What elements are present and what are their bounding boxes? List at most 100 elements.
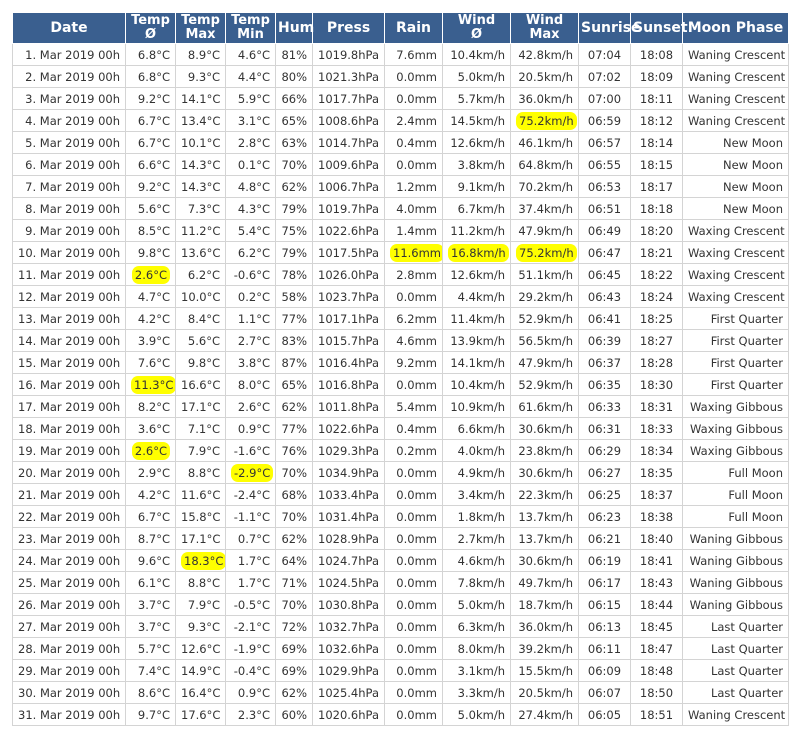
- cell-date: 31. Mar 2019 00h: [12, 703, 126, 726]
- cell-wind-avg: 10.4km/h: [442, 373, 511, 396]
- cell-value: 25. Mar 2019 00h: [18, 575, 121, 590]
- cell-value: 51.1km/h: [518, 267, 573, 282]
- cell-value: 06:57: [587, 135, 622, 150]
- cell-value: 77%: [281, 421, 307, 436]
- column-header-pressure[interactable]: Press: [312, 12, 385, 44]
- cell-moon-phase: Waxing Crescent: [682, 219, 789, 242]
- column-header-sunrise[interactable]: Sunrise: [578, 12, 641, 44]
- cell-sunset: 18:38: [630, 505, 683, 528]
- cell-date: 14. Mar 2019 00h: [12, 329, 126, 352]
- cell-value: 65%: [281, 377, 307, 392]
- cell-rain: 1.4mm: [384, 219, 443, 242]
- column-header-sunset[interactable]: Sunset: [630, 12, 688, 44]
- column-header-rain[interactable]: Rain: [384, 12, 443, 44]
- cell-value: 10.9km/h: [450, 399, 505, 414]
- cell-temp-avg: 11.3°C: [125, 373, 176, 396]
- cell-value: 06:21: [587, 531, 622, 546]
- cell-moon-phase: New Moon: [682, 131, 789, 154]
- cell-value: 0.1°C: [237, 157, 270, 172]
- cell-temp-min: 0.9°C: [225, 417, 276, 440]
- column-header-date[interactable]: Date: [12, 12, 126, 44]
- cell-value: 30. Mar 2019 00h: [18, 685, 121, 700]
- cell-value: 4.2°C: [137, 487, 170, 502]
- cell-moon-phase: Full Moon: [682, 483, 789, 506]
- cell-temp-min: 4.6°C: [225, 43, 276, 66]
- cell-moon-phase: Waning Gibbous: [682, 593, 789, 616]
- cell-value: 36.0km/h: [518, 619, 573, 634]
- cell-value: Waxing Gibbous: [690, 443, 783, 458]
- cell-value: 4. Mar 2019 00h: [25, 113, 120, 128]
- cell-value: 17.6°C: [181, 707, 221, 722]
- cell-value: 1023.7hPa: [318, 289, 379, 304]
- cell-wind-max: 39.2km/h: [510, 637, 579, 660]
- column-header-temp-max[interactable]: Temp Max: [175, 12, 226, 44]
- cell-rain: 5.4mm: [384, 395, 443, 418]
- cell-value: Waning Gibbous: [689, 575, 783, 590]
- cell-wind-max: 22.3km/h: [510, 483, 579, 506]
- cell-moon-phase: Waxing Gibbous: [682, 439, 789, 462]
- cell-value: 4.6mm: [396, 333, 437, 348]
- cell-value: 29.2km/h: [518, 289, 573, 304]
- cell-value: 26. Mar 2019 00h: [18, 597, 121, 612]
- column-header-label: Sunset: [633, 20, 688, 36]
- cell-value: 1022.6hPa: [318, 223, 379, 238]
- cell-value: 10.4km/h: [450, 377, 505, 392]
- cell-sunset: 18:11: [630, 87, 683, 110]
- cell-wind-avg: 13.9km/h: [442, 329, 511, 352]
- cell-wind-avg: 5.7km/h: [442, 87, 511, 110]
- cell-temp-avg: 4.2°C: [125, 483, 176, 506]
- column-header-sublabel: Min: [237, 27, 264, 42]
- column-header-humidity[interactable]: Hum: [275, 12, 314, 44]
- cell-wind-avg: 4.0km/h: [442, 439, 511, 462]
- cell-value: 1024.5hPa: [318, 575, 379, 590]
- cell-temp-max: 13.6°C: [175, 241, 226, 264]
- cell-pressure: 1008.6hPa: [312, 109, 385, 132]
- cell-sunrise: 07:00: [578, 87, 631, 110]
- cell-temp-max: 8.4°C: [175, 307, 226, 330]
- cell-value: 9.2°C: [137, 91, 170, 106]
- cell-value: 81%: [281, 47, 307, 62]
- cell-value: 1016.8hPa: [318, 377, 379, 392]
- cell-value: Last Quarter: [710, 641, 783, 656]
- cell-date: 5. Mar 2019 00h: [12, 131, 126, 154]
- cell-value: 20.5km/h: [518, 685, 573, 700]
- cell-value: 3.8km/h: [457, 157, 505, 172]
- cell-value: 0.0mm: [396, 685, 437, 700]
- column-header-wind-max[interactable]: Wind Max: [510, 12, 579, 44]
- cell-value: 71%: [281, 575, 307, 590]
- cell-value: 0.0mm: [396, 509, 437, 524]
- column-header-temp-avg[interactable]: Temp Ø: [125, 12, 176, 44]
- cell-value: 1008.6hPa: [318, 113, 379, 128]
- column-header-label: Wind: [525, 13, 564, 28]
- table-body: 1. Mar 2019 00h 6.8°C 8.9°C 4.6°C 81% 1019.8h…: [12, 43, 789, 726]
- column-header-temp-min[interactable]: Temp Min: [225, 12, 276, 44]
- cell-moon-phase: Waning Crescent: [682, 109, 789, 132]
- cell-value: 1029.9hPa: [318, 663, 379, 678]
- cell-wind-avg: 14.5km/h: [442, 109, 511, 132]
- cell-value: 3.6°C: [137, 421, 170, 436]
- cell-temp-max: 16.6°C: [175, 373, 226, 396]
- cell-value: 36.0km/h: [518, 91, 573, 106]
- cell-value: 4.8°C: [237, 179, 270, 194]
- column-header-moon-phase[interactable]: Moon Phase: [682, 12, 789, 44]
- cell-value: 1022.6hPa: [318, 421, 379, 436]
- table-row: 11. Mar 2019 00h 2.6°C 6.2°C -0.6°C 78% 1026.…: [12, 263, 789, 286]
- cell-pressure: 1032.6hPa: [312, 637, 385, 660]
- cell-temp-max: 14.9°C: [175, 659, 226, 682]
- cell-value: 3.7°C: [137, 597, 170, 612]
- column-header-wind-avg[interactable]: Wind Ø: [442, 12, 511, 44]
- cell-wind-avg: 11.2km/h: [442, 219, 511, 242]
- cell-value: 4.0mm: [396, 201, 437, 216]
- header-row: Date Temp Ø Temp Max Temp Min Hum Press Rain Wind Ø…: [12, 12, 789, 44]
- cell-date: 22. Mar 2019 00h: [12, 505, 126, 528]
- cell-value: 14.5km/h: [450, 113, 505, 128]
- cell-value: 49.7km/h: [518, 575, 573, 590]
- cell-wind-avg: 4.6km/h: [442, 549, 511, 572]
- cell-humidity: 68%: [275, 483, 313, 506]
- table-row: 25. Mar 2019 00h 6.1°C 8.8°C 1.7°C 71% 1024.5…: [12, 571, 789, 594]
- cell-value: 66%: [281, 91, 307, 106]
- cell-wind-avg: 1.8km/h: [442, 505, 511, 528]
- cell-temp-min: 6.2°C: [225, 241, 276, 264]
- cell-value: 1.7°C: [237, 575, 270, 590]
- cell-temp-min: -1.6°C: [225, 439, 276, 462]
